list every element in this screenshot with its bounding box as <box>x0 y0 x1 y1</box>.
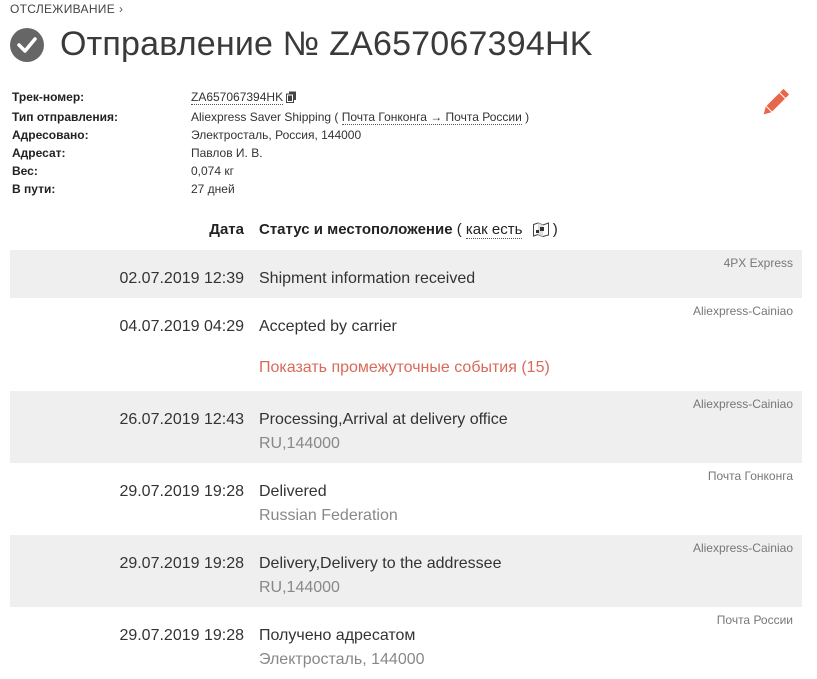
event-operator: Почта Гонконга <box>707 469 793 483</box>
event-row: 29.07.2019 19:28 Delivered Russian Feder… <box>10 463 802 535</box>
chevron-right-icon: › <box>119 2 124 16</box>
event-operator: Aliexpress-Cainiao <box>692 397 793 411</box>
event-row: 29.07.2019 19:28 Delivery,Delivery to th… <box>10 535 802 607</box>
map-icon[interactable] <box>532 222 549 241</box>
event-location: RU,144000 <box>259 579 340 596</box>
event-date: 02.07.2019 12:39 <box>119 270 244 287</box>
column-header-date: Дата <box>209 221 244 238</box>
event-operator: Aliexpress-Cainiao <box>692 304 793 318</box>
breadcrumb[interactable]: ОТСЛЕЖИВАНИЕ › <box>10 2 123 16</box>
event-date: 29.07.2019 19:28 <box>119 555 244 572</box>
info-row-address: Адресовано: Электросталь, Россия, 144000 <box>12 126 529 144</box>
column-header-status-label: Статус и местоположение <box>259 221 453 238</box>
info-value: Павлов И. В. <box>191 146 263 160</box>
info-value-track: ZA657067394HK <box>191 88 297 108</box>
as-is-link[interactable]: как есть <box>465 221 523 239</box>
copy-icon[interactable] <box>286 90 297 108</box>
event-date: 29.07.2019 19:28 <box>119 627 244 644</box>
event-date: 04.07.2019 04:29 <box>119 318 244 335</box>
info-label: Адресат: <box>12 146 66 160</box>
check-circle-icon <box>10 27 44 62</box>
info-row-track: Трек-номер: ZA657067394HK <box>12 88 529 108</box>
info-label: Трек-номер: <box>12 90 85 104</box>
event-operator: Почта России <box>716 613 793 627</box>
paren-open: ( <box>456 221 462 238</box>
event-location: Russian Federation <box>259 507 398 524</box>
info-value: 0,074 кг <box>191 164 234 178</box>
event-operator: Aliexpress-Cainiao <box>692 541 793 555</box>
paren-close: ) <box>552 221 558 238</box>
pencil-icon[interactable] <box>758 86 792 125</box>
page-title: Отправление № ZA657067394HK <box>60 25 593 63</box>
event-date: 26.07.2019 12:43 <box>119 411 244 428</box>
event-status: Accepted by carrier <box>259 318 397 335</box>
event-row: 29.07.2019 19:28 Получено адресатом Элек… <box>10 607 802 679</box>
event-status: Получено адресатом <box>259 627 416 644</box>
info-value: Электросталь, Россия, 144000 <box>191 128 362 142</box>
info-value: 27 дней <box>191 182 235 196</box>
info-row-recipient: Адресат: Павлов И. В. <box>12 144 529 162</box>
track-number-link[interactable]: ZA657067394HK <box>191 90 284 105</box>
event-status: Shipment information received <box>259 270 476 287</box>
info-label: В пути: <box>12 182 56 196</box>
events-header: Дата Статус и местоположение ( как есть … <box>10 218 802 242</box>
info-row-type: Тип отправления: Aliexpress Saver Shippi… <box>12 108 529 126</box>
event-status: Processing,Arrival at delivery office <box>259 411 508 428</box>
route-link[interactable]: Почта Гонконга → Почта России <box>341 110 522 125</box>
event-location: Электросталь, 144000 <box>259 651 425 668</box>
info-label: Вес: <box>12 164 38 178</box>
route-paren-open: ( <box>334 110 339 124</box>
info-value-type: Aliexpress Saver Shipping ( Почта Гонкон… <box>191 108 529 126</box>
event-status: Delivery,Delivery to the addressee <box>259 555 502 572</box>
shipping-type: Aliexpress Saver Shipping <box>191 110 332 124</box>
event-row: 02.07.2019 12:39 Shipment information re… <box>10 250 802 298</box>
event-status: Delivered <box>259 483 327 500</box>
breadcrumb-label[interactable]: ОТСЛЕЖИВАНИЕ <box>10 2 115 16</box>
shipment-info: Трек-номер: ZA657067394HK Тип отправлени… <box>12 88 529 198</box>
info-row-weight: Вес: 0,074 кг <box>12 162 529 180</box>
info-row-transit: В пути: 27 дней <box>12 180 529 198</box>
show-intermediate-events-link[interactable]: Показать промежуточные события (15) <box>259 359 550 377</box>
info-label: Адресовано: <box>12 128 89 142</box>
event-row: 04.07.2019 04:29 Accepted by carrier Ali… <box>10 298 802 391</box>
event-location: RU,144000 <box>259 435 340 452</box>
info-label: Тип отправления: <box>12 110 118 124</box>
event-operator: 4PX Express <box>723 256 793 270</box>
page-header: Отправление № ZA657067394HK <box>10 25 593 64</box>
event-date: 29.07.2019 19:28 <box>119 483 244 500</box>
column-header-status: Статус и местоположение ( как есть ) <box>259 221 558 241</box>
event-row: 26.07.2019 12:43 Processing,Arrival at d… <box>10 391 802 463</box>
route-paren-close: ) <box>525 110 530 124</box>
events-list: 02.07.2019 12:39 Shipment information re… <box>10 250 802 679</box>
